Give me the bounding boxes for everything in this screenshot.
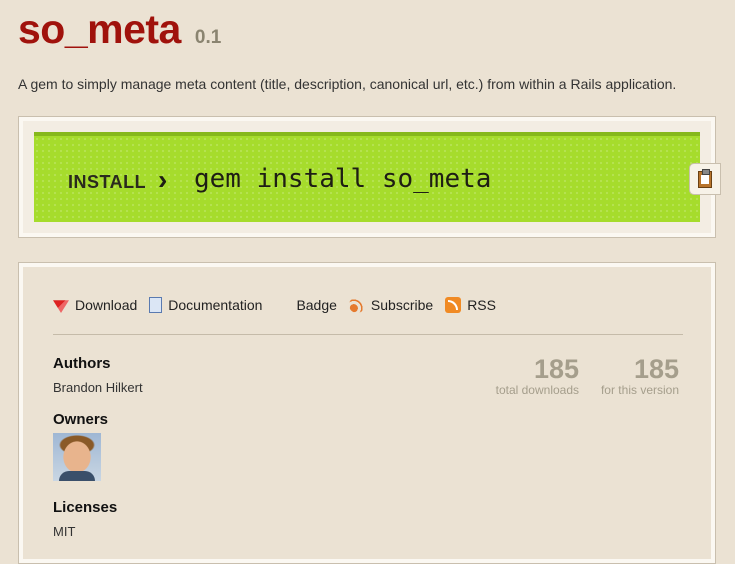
gem-description: A gem to simply manage meta content (tit… — [18, 76, 677, 92]
subscribe-icon — [348, 297, 365, 313]
divider — [53, 334, 683, 335]
subscribe-label: Subscribe — [370, 297, 434, 313]
document-icon — [149, 297, 163, 313]
documentation-label: Documentation — [168, 297, 263, 313]
badge-label: Badge — [296, 297, 337, 313]
owner-avatar[interactable] — [53, 433, 101, 481]
gem-info-panel: Download Documentation Badge Subscribe R… — [18, 262, 716, 564]
rss-label: RSS — [467, 297, 496, 313]
authors-heading: Authors — [53, 355, 111, 372]
total-downloads-stat: 185 total downloads — [496, 355, 579, 397]
download-icon — [53, 300, 69, 313]
owners-heading: Owners — [53, 411, 109, 428]
gem-links: Download Documentation Badge Subscribe R… — [53, 297, 508, 313]
clipboard-icon — [698, 168, 712, 188]
license-value: MIT — [53, 524, 76, 539]
total-downloads-label: total downloads — [495, 383, 579, 397]
gem-title: so_meta — [18, 6, 181, 52]
install-command[interactable]: gem install so_meta — [194, 164, 491, 194]
badge-link[interactable]: Badge — [296, 297, 336, 313]
rss-link[interactable]: RSS — [445, 297, 496, 313]
rss-icon — [445, 297, 462, 313]
chevron-right-icon: › — [158, 164, 168, 195]
documentation-link[interactable]: Documentation — [149, 297, 262, 313]
install-panel: INSTALL › gem install so_meta — [18, 116, 721, 238]
licenses-heading: Licenses — [53, 499, 118, 516]
subscribe-link[interactable]: Subscribe — [348, 297, 434, 313]
version-downloads-stat: 185 for this version — [601, 355, 679, 397]
copy-to-clipboard-button[interactable] — [689, 163, 721, 195]
install-bar: INSTALL › gem install so_meta — [34, 132, 700, 222]
gem-header: so_meta 0.1 — [18, 6, 221, 53]
author-name: Brandon Hilkert — [53, 380, 143, 395]
version-downloads-label: for this version — [600, 383, 679, 397]
version-downloads-count: 185 — [633, 354, 679, 384]
gem-version: 0.1 — [194, 27, 222, 48]
download-link[interactable]: Download — [53, 297, 137, 313]
download-label: Download — [75, 297, 138, 313]
install-label: INSTALL — [68, 172, 147, 192]
total-downloads-count: 185 — [533, 354, 579, 384]
